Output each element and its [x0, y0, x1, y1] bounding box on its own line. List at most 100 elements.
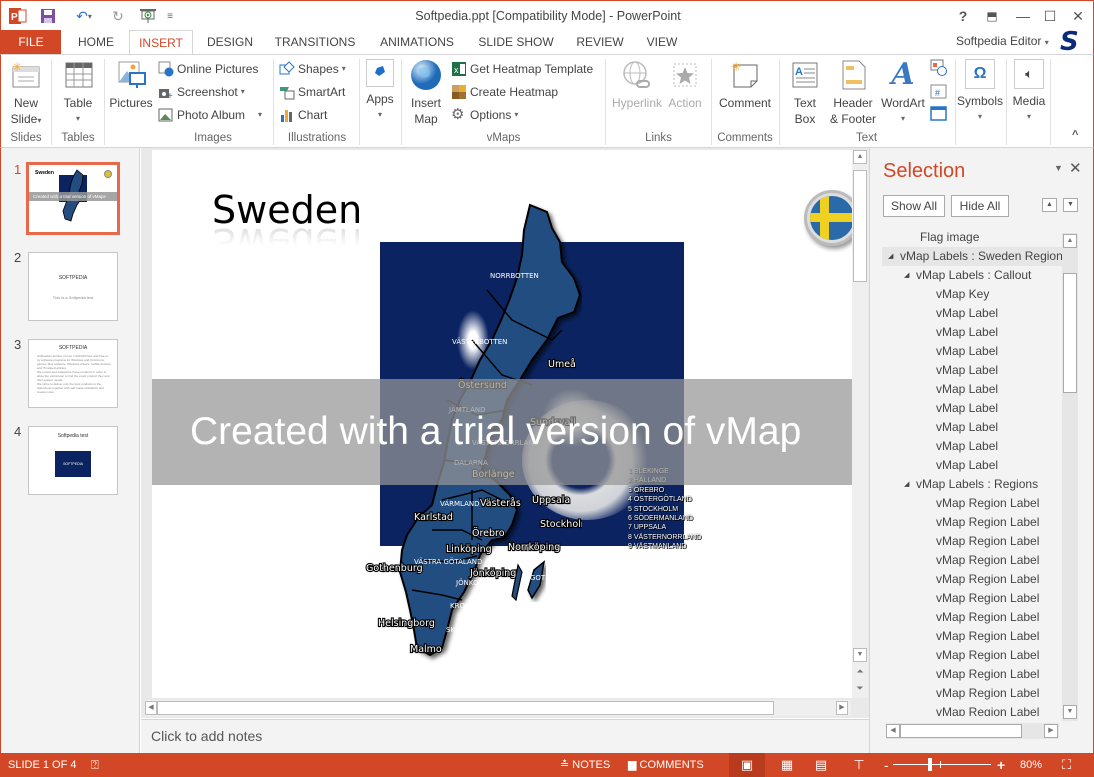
tab-insert[interactable]: INSERT — [129, 30, 193, 55]
selection-tree-item[interactable]: ◢ vMap Labels : Callout — [882, 266, 1062, 285]
collapse-ribbon-icon[interactable]: ^ — [1072, 129, 1078, 141]
scrollbar-thumb[interactable] — [853, 170, 867, 282]
user-account-name[interactable]: Softpedia Editor ▾ — [956, 34, 1049, 48]
hyperlink-button[interactable]: Hyperlink — [611, 59, 663, 111]
selection-tree-item[interactable]: vMap Label — [882, 399, 1062, 418]
tab-home[interactable]: HOME — [67, 30, 125, 54]
show-all-button[interactable]: Show All — [883, 195, 945, 217]
tab-animations[interactable]: ANIMATIONS — [369, 30, 465, 54]
selection-tree-item[interactable]: vMap Region Label — [882, 513, 1062, 532]
media-button[interactable]: 🔈︎ Media ▾ — [1009, 59, 1049, 125]
slide-thumbnail-2[interactable]: SOFTPEDIA This is a Softpedia test — [28, 252, 118, 321]
sweden-flag-icon[interactable] — [804, 190, 852, 246]
scroll-down-icon[interactable]: ▼ — [853, 648, 867, 662]
smartart-button[interactable]: SmartArt — [279, 82, 345, 102]
scroll-right-icon[interactable]: ▶ — [836, 701, 848, 715]
text-box-button[interactable]: A Text Box — [785, 59, 825, 127]
symbols-button[interactable]: Ω Symbols ▾ — [957, 59, 1003, 125]
slide-thumbnail-1[interactable]: Sweden Created with a trial version of v… — [26, 162, 120, 235]
slide-vertical-scrollbar[interactable]: ▲ ▼ ⏶ ⏷ — [852, 150, 868, 698]
scrollbar-thumb[interactable] — [900, 724, 1022, 738]
selection-tree[interactable]: Flag image ◢ vMap Labels : Sweden Regions ◢… — [882, 228, 1062, 716]
expand-collapse-icon[interactable]: ◢ — [904, 475, 909, 494]
bring-forward-icon[interactable]: ▲ — [1042, 198, 1057, 212]
new-slide-button[interactable]: ✳ New Slide▾ — [7, 59, 45, 129]
send-backward-icon[interactable]: ▼ — [1063, 198, 1078, 212]
zoom-in-icon[interactable]: + — [997, 753, 1005, 777]
ribbon-display-options-button[interactable]: ⬒ — [981, 5, 1003, 27]
selection-tree-item[interactable]: ◢ vMap Labels : Regions — [882, 475, 1062, 494]
selection-tree-item[interactable]: vMap Region Label — [882, 494, 1062, 513]
scroll-up-icon[interactable]: ▲ — [853, 150, 867, 164]
notes-pane[interactable]: Click to add notes — [141, 719, 869, 753]
selection-tree-item[interactable]: vMap Label — [882, 342, 1062, 361]
selection-tree-item[interactable]: vMap Region Label — [882, 589, 1062, 608]
normal-view-icon[interactable]: ▣ — [729, 753, 765, 777]
scroll-left-icon[interactable]: ◀ — [886, 724, 900, 738]
table-button[interactable]: Table ▾ — [58, 59, 98, 127]
fit-slide-to-window-icon[interactable]: ⛶ — [1062, 753, 1071, 777]
selection-tree-item[interactable]: vMap Region Label — [882, 551, 1062, 570]
scrollbar-thumb[interactable] — [157, 701, 774, 715]
selection-tree-item[interactable]: Flag image — [882, 228, 1062, 247]
tab-file[interactable]: FILE — [1, 30, 61, 54]
tab-design[interactable]: DESIGN — [199, 30, 261, 54]
tree-horizontal-scrollbar[interactable]: ◀ ▶ — [886, 723, 1059, 739]
selection-tree-item[interactable]: vMap Key — [882, 285, 1062, 304]
selection-tree-item[interactable]: vMap Label — [882, 380, 1062, 399]
selection-tree-item[interactable]: vMap Region Label — [882, 684, 1062, 703]
reading-view-icon[interactable]: ▤ — [810, 753, 832, 777]
slide-thumbnail-3[interactable]: SOFTPEDIA Softpedia's archive of over 1,… — [28, 339, 118, 408]
selection-tree-item[interactable]: vMap Region Label — [882, 532, 1062, 551]
close-button[interactable]: ✕ — [1067, 5, 1089, 27]
photo-album-button[interactable]: Photo Album ▾ — [158, 105, 262, 125]
scroll-down-icon[interactable]: ▼ — [1063, 705, 1077, 719]
notes-toggle-button[interactable]: ≛ NOTES — [560, 753, 610, 777]
online-pictures-button[interactable]: Online Pictures — [158, 59, 258, 79]
scrollbar-thumb[interactable] — [1063, 273, 1077, 393]
minimize-button[interactable]: — — [1012, 5, 1034, 27]
zoom-slider-track[interactable] — [893, 764, 991, 765]
selection-tree-item[interactable]: vMap Region Label — [882, 703, 1062, 716]
pane-options-icon[interactable]: ▼ — [1054, 163, 1063, 173]
zoom-level[interactable]: 80% — [1020, 753, 1042, 777]
selection-tree-item[interactable]: vMap Region Label — [882, 570, 1062, 589]
maximize-button[interactable]: ☐ — [1039, 5, 1061, 27]
selection-tree-item[interactable]: vMap Region Label — [882, 665, 1062, 684]
expand-collapse-icon[interactable]: ◢ — [904, 266, 909, 285]
screenshot-button[interactable]: + Screenshot ▾ — [158, 82, 245, 102]
slide-thumbnail-4[interactable]: Softpedia test SOFTPEDIA — [28, 426, 118, 495]
slide-sorter-icon[interactable]: ▦ — [776, 753, 798, 777]
tab-transitions[interactable]: TRANSITIONS — [269, 30, 361, 54]
wordart-button[interactable]: A WordArt ▾ — [879, 59, 927, 127]
expand-collapse-icon[interactable]: ◢ — [888, 247, 893, 266]
scroll-left-icon[interactable]: ◀ — [145, 701, 157, 715]
selection-tree-item[interactable]: ◢ vMap Labels : Sweden Regions — [882, 247, 1062, 266]
action-button[interactable]: Action — [665, 59, 705, 111]
hide-all-button[interactable]: Hide All — [951, 195, 1009, 217]
comment-button[interactable]: ✳ Comment — [715, 59, 775, 111]
pictures-button[interactable]: Pictures — [108, 59, 154, 111]
next-slide-icon[interactable]: ⏷ — [853, 683, 867, 697]
selection-tree-item[interactable]: vMap Region Label — [882, 646, 1062, 665]
create-heatmap-button[interactable]: Create Heatmap — [451, 82, 558, 102]
chart-button[interactable]: Chart — [279, 105, 327, 125]
spell-check-icon[interactable]: ⍰ — [91, 753, 99, 777]
selection-tree-item[interactable]: vMap Region Label — [882, 627, 1062, 646]
selection-tree-item[interactable]: vMap Region Label — [882, 608, 1062, 627]
scroll-up-icon[interactable]: ▲ — [1063, 234, 1077, 248]
tab-review[interactable]: REVIEW — [571, 30, 629, 54]
get-heatmap-template-button[interactable]: x Get Heatmap Template — [451, 59, 593, 79]
tab-slide-show[interactable]: SLIDE SHOW — [473, 30, 559, 54]
selection-tree-item[interactable]: vMap Label — [882, 437, 1062, 456]
scroll-right-icon[interactable]: ▶ — [1044, 724, 1058, 738]
comments-toggle-button[interactable]: ▆ COMMENTS — [628, 753, 704, 777]
notes-placeholder[interactable]: Click to add notes — [151, 728, 262, 744]
selection-tree-item[interactable]: vMap Label — [882, 361, 1062, 380]
previous-slide-icon[interactable]: ⏶ — [853, 666, 867, 680]
selection-tree-item[interactable]: vMap Label — [882, 456, 1062, 475]
header-footer-button[interactable]: Header & Footer — [827, 59, 879, 127]
zoom-out-icon[interactable]: - — [884, 753, 889, 777]
photo-album-dropdown-icon[interactable]: ▾ — [258, 105, 262, 125]
slide-horizontal-scrollbar[interactable]: ◀ ▶ — [145, 700, 851, 716]
